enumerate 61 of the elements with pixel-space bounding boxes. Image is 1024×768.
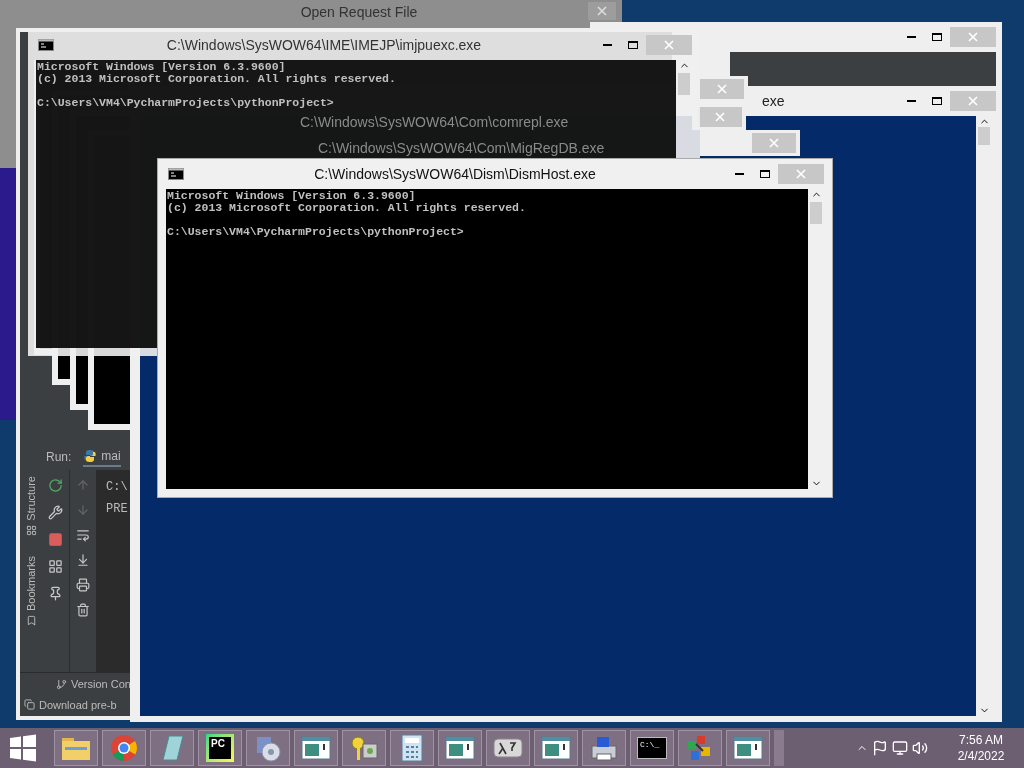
setup-taskbar-icon[interactable] — [246, 730, 290, 766]
close-icon — [968, 96, 978, 106]
window-title: C:\Windows\SysWOW64\IME\IMEJP\imjpuexc.exe — [166, 35, 482, 55]
wrap-icon[interactable] — [76, 528, 90, 542]
puzzle-taskbar-icon[interactable] — [678, 730, 722, 766]
scroll-end-icon[interactable] — [76, 553, 90, 567]
scroll-thumb[interactable] — [978, 127, 990, 145]
close-icon — [796, 169, 806, 179]
pin-icon[interactable] — [48, 586, 63, 601]
wrench-icon[interactable] — [48, 505, 63, 520]
window-taskbar-icon[interactable] — [294, 730, 338, 766]
lambda-taskbar-icon[interactable] — [486, 730, 530, 766]
close-icon — [597, 6, 607, 16]
cmd-taskbar-icon[interactable]: C:\_ — [630, 730, 674, 766]
close-icon — [664, 40, 674, 50]
chrome-taskbar-icon[interactable] — [102, 730, 146, 766]
printer-icon[interactable] — [76, 578, 90, 592]
calculator-taskbar-icon[interactable] — [390, 730, 434, 766]
scroll-thumb[interactable] — [810, 202, 822, 224]
volume-icon[interactable] — [912, 740, 928, 756]
trash-icon[interactable] — [76, 603, 90, 617]
console-output: Microsoft Windows [Version 6.3.9600] (c) 2013 Microsoft Corporation. All rights reserved. C:\Users\VM4\PycharmProjects\pythonProject> — [166, 189, 808, 489]
rerun-icon[interactable] — [48, 478, 63, 493]
branch-icon — [56, 678, 67, 690]
printer-taskbar-icon[interactable] — [582, 730, 626, 766]
console-icon — [38, 39, 54, 51]
structure-icon — [25, 524, 37, 536]
folder-taskbar-icon[interactable] — [54, 730, 98, 766]
flag-icon[interactable] — [872, 740, 888, 756]
run-label: Run: — [46, 449, 72, 466]
network-icon[interactable] — [892, 740, 908, 756]
window-title: exe — [762, 93, 785, 109]
window-taskbar-icon[interactable] — [438, 730, 482, 766]
close-icon — [769, 138, 779, 148]
status-item[interactable]: Version Con — [71, 676, 131, 693]
window-title: C:\Windows\SysWOW64\Dism\DismHost.exe — [314, 164, 596, 184]
layout-icon[interactable] — [48, 559, 63, 574]
console-icon — [168, 168, 184, 180]
close-icon — [717, 84, 727, 94]
close-icon — [968, 32, 978, 42]
start-icon[interactable] — [8, 733, 38, 763]
scroll-handle[interactable] — [774, 730, 784, 766]
window-title: Open Request File — [300, 3, 418, 22]
pycharm-taskbar-icon[interactable]: PC — [198, 730, 242, 766]
window-title: C:\Windows\SysWOW64\Com\comrepl.exe — [300, 113, 569, 132]
window-taskbar-icon[interactable] — [534, 730, 578, 766]
window-title: C:\Windows\SysWOW64\Com\MigRegDB.exe — [318, 139, 605, 158]
python-icon — [83, 449, 98, 463]
close-icon — [715, 112, 725, 122]
keys-taskbar-icon[interactable] — [342, 730, 386, 766]
side-tab[interactable]: Bookmarks — [22, 555, 40, 626]
bookmark-icon — [25, 614, 37, 626]
clock[interactable]: 7:56 AM 2/4/2022 — [946, 732, 1016, 764]
window-taskbar-icon[interactable] — [726, 730, 770, 766]
stop-icon[interactable] — [48, 532, 63, 547]
status-item[interactable]: Download pre-b — [39, 696, 117, 713]
notepad-taskbar-icon[interactable] — [150, 730, 194, 766]
scroll-thumb[interactable] — [678, 73, 690, 95]
side-tab[interactable]: Structure — [22, 476, 40, 536]
copy-icon — [24, 699, 35, 711]
run-tab[interactable]: mai — [83, 447, 121, 467]
